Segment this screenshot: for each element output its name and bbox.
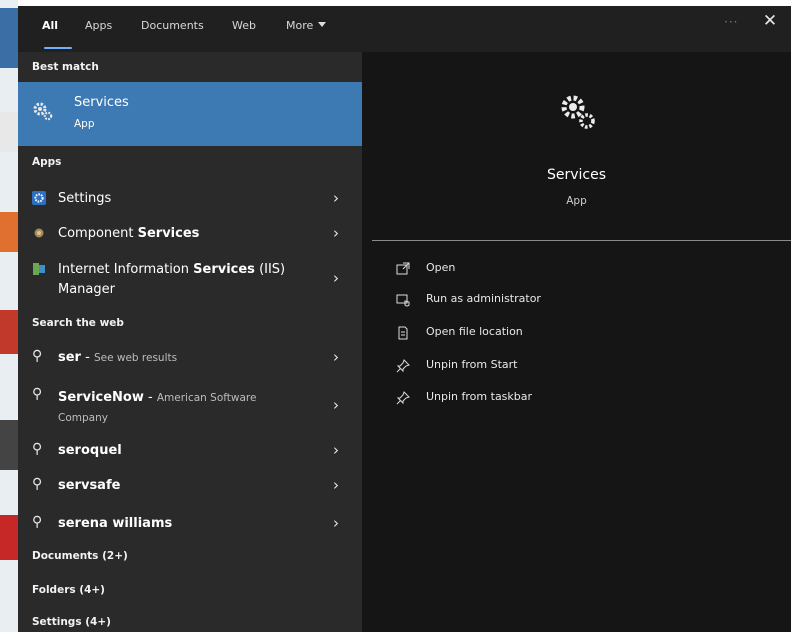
iis-manager-icon bbox=[33, 263, 45, 275]
tab-all[interactable]: All bbox=[42, 19, 58, 32]
open-icon bbox=[396, 262, 410, 275]
best-match-type: App bbox=[74, 118, 95, 130]
tab-more[interactable]: More bbox=[286, 19, 327, 32]
desktop-icon bbox=[0, 212, 18, 252]
search-icon: ⚲ bbox=[32, 348, 43, 364]
desktop-icon bbox=[0, 112, 18, 152]
web-result-servicenow[interactable]: ⚲ ServiceNow - American Software Company … bbox=[18, 384, 362, 430]
action-unpin-from-taskbar[interactable]: Unpin from taskbar bbox=[392, 388, 692, 410]
web-sep: - bbox=[80, 350, 94, 365]
app-item-settings[interactable]: Settings › bbox=[18, 187, 362, 213]
web-result-ser[interactable]: ⚲ ser - See web results › bbox=[18, 346, 362, 372]
detail-pane: Services App Open Run as administrator O… bbox=[362, 52, 791, 632]
settings-gear-icon bbox=[32, 191, 46, 205]
section-search-the-web: Search the web bbox=[32, 317, 124, 329]
chevron-right-icon[interactable]: › bbox=[333, 441, 339, 459]
web-result-label: seroquel bbox=[58, 443, 122, 458]
web-query: ser bbox=[58, 350, 81, 365]
tab-apps[interactable]: Apps bbox=[85, 19, 112, 32]
chevron-right-icon[interactable]: › bbox=[333, 224, 339, 242]
services-gear-icon bbox=[561, 95, 595, 129]
best-match-name: Services bbox=[74, 95, 129, 110]
tab-web[interactable]: Web bbox=[232, 19, 256, 32]
section-apps: Apps bbox=[32, 156, 62, 168]
detail-title: Services bbox=[546, 167, 607, 183]
desktop-icon bbox=[0, 420, 18, 470]
unpin-icon bbox=[396, 391, 410, 405]
desktop-background-strip bbox=[0, 0, 18, 632]
search-icon: ⚲ bbox=[32, 386, 43, 402]
search-icon: ⚲ bbox=[32, 514, 43, 530]
section-best-match: Best match bbox=[32, 61, 99, 73]
app-item-label: Internet Information Services (IIS) Manag… bbox=[58, 260, 285, 300]
component-services-icon bbox=[34, 228, 44, 238]
app-name-match: Services bbox=[137, 226, 200, 241]
action-open-file-location[interactable]: Open file location bbox=[392, 323, 692, 345]
web-result-label: ServiceNow - American Software Company bbox=[58, 388, 256, 428]
web-result-servsafe[interactable]: ⚲ servsafe › bbox=[18, 474, 362, 500]
tab-more-label: More bbox=[286, 19, 314, 32]
search-tab-bar: All Apps Documents Web More ··· ✕ bbox=[18, 6, 791, 52]
action-label: Unpin from Start bbox=[426, 358, 518, 371]
web-query: ServiceNow bbox=[58, 390, 144, 405]
section-settings[interactable]: Settings (4+) bbox=[32, 616, 111, 628]
search-icon: ⚲ bbox=[32, 476, 43, 492]
web-result-label: ser - See web results bbox=[58, 350, 177, 365]
app-name: Settings bbox=[58, 191, 112, 206]
detail-divider bbox=[372, 240, 791, 241]
results-list: Best match Services App Apps Settings › … bbox=[18, 52, 362, 632]
app-item-label: Component Services bbox=[58, 226, 199, 241]
web-sep: - bbox=[143, 390, 157, 405]
desktop-icon bbox=[0, 8, 18, 68]
app-name-part: Internet Information bbox=[58, 262, 194, 277]
action-label: Open bbox=[426, 261, 456, 274]
caret-down-icon bbox=[318, 22, 327, 27]
app-item-iis-manager[interactable]: Internet Information Services (IIS) Manag… bbox=[18, 257, 362, 303]
web-query: servsafe bbox=[58, 478, 121, 493]
action-label: Run as administrator bbox=[426, 292, 541, 305]
chevron-right-icon[interactable]: › bbox=[333, 348, 339, 366]
detail-subtitle: App bbox=[566, 195, 587, 207]
app-name-part: (IIS) bbox=[254, 262, 286, 277]
web-result-serena-williams[interactable]: ⚲ serena williams › bbox=[18, 512, 362, 538]
section-documents[interactable]: Documents (2+) bbox=[32, 550, 128, 562]
action-unpin-from-start[interactable]: Unpin from Start bbox=[392, 356, 692, 378]
desktop-icon bbox=[0, 310, 18, 354]
web-sub: See web results bbox=[93, 352, 178, 364]
chevron-right-icon[interactable]: › bbox=[333, 269, 339, 287]
tab-documents[interactable]: Documents bbox=[141, 19, 204, 32]
section-folders[interactable]: Folders (4+) bbox=[32, 584, 105, 596]
desktop-icon bbox=[0, 515, 18, 560]
web-result-label: servsafe bbox=[58, 478, 120, 493]
web-query: serena williams bbox=[58, 516, 173, 531]
unpin-icon bbox=[396, 359, 410, 373]
close-icon[interactable]: ✕ bbox=[760, 11, 780, 33]
active-tab-indicator bbox=[44, 47, 72, 49]
web-result-label: serena williams bbox=[58, 516, 172, 531]
web-sub: American Software bbox=[156, 392, 257, 404]
app-name-line2: Manager bbox=[58, 282, 115, 297]
search-icon: ⚲ bbox=[32, 441, 43, 457]
chevron-right-icon[interactable]: › bbox=[333, 189, 339, 207]
best-match-services[interactable]: Services App bbox=[18, 82, 362, 146]
chevron-right-icon[interactable]: › bbox=[333, 396, 339, 414]
web-result-seroquel[interactable]: ⚲ seroquel › bbox=[18, 439, 362, 465]
chevron-right-icon[interactable]: › bbox=[333, 476, 339, 494]
more-options-icon[interactable]: ··· bbox=[724, 15, 738, 29]
action-open[interactable]: Open bbox=[392, 259, 692, 281]
action-label: Unpin from taskbar bbox=[426, 390, 533, 403]
file-location-icon bbox=[398, 326, 408, 340]
app-item-component-services[interactable]: Component Services › bbox=[18, 222, 362, 248]
action-run-as-administrator[interactable]: Run as administrator bbox=[392, 290, 692, 312]
action-label: Open file location bbox=[426, 325, 523, 338]
web-sub-line2: Company bbox=[58, 412, 108, 424]
web-query: seroquel bbox=[58, 443, 122, 458]
app-item-label: Settings bbox=[58, 191, 111, 206]
chevron-right-icon[interactable]: › bbox=[333, 514, 339, 532]
app-name-part: Component bbox=[58, 226, 138, 241]
shield-admin-icon bbox=[396, 294, 410, 307]
app-name-match: Services bbox=[193, 262, 255, 277]
services-gear-icon bbox=[33, 102, 53, 121]
